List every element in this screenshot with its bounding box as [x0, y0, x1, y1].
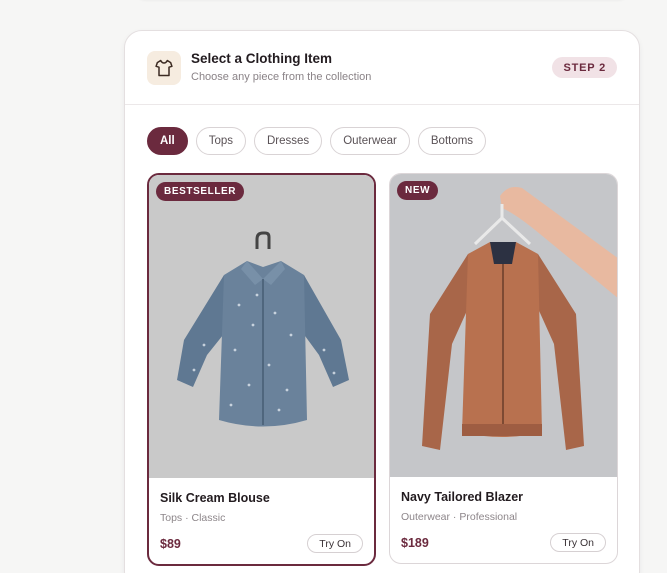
- try-on-button[interactable]: Try On: [307, 534, 363, 553]
- product-meta: Outerwear · Professional: [401, 511, 518, 523]
- panel-title: Select a Clothing Item: [191, 51, 333, 66]
- product-price: $89: [160, 537, 181, 551]
- shirt-icon: [147, 51, 181, 85]
- product-badge: NEW: [397, 181, 439, 200]
- product-card-blouse[interactable]: BESTSELLER Silk Cream Blouse Tops · Clas…: [147, 173, 376, 566]
- product-name: Navy Tailored Blazer: [401, 490, 524, 504]
- product-info: Silk Cream Blouse Tops · Classic $89 Try…: [149, 478, 374, 564]
- panel-subtitle: Choose any piece from the collection: [191, 71, 372, 83]
- panel-header: Select a Clothing Item Choose any piece …: [125, 31, 639, 105]
- clothing-selection-panel: Select a Clothing Item Choose any piece …: [124, 30, 640, 573]
- product-info: Navy Tailored Blazer Outerwear · Profess…: [390, 477, 617, 563]
- filter-dresses[interactable]: Dresses: [254, 127, 323, 155]
- filter-outerwear[interactable]: Outerwear: [330, 127, 410, 155]
- product-badge: BESTSELLER: [156, 182, 245, 201]
- try-on-button[interactable]: Try On: [550, 533, 606, 552]
- filter-all[interactable]: All: [147, 127, 188, 155]
- product-price: $189: [401, 536, 429, 550]
- category-filters: All Tops Dresses Outerwear Bottoms: [147, 127, 487, 155]
- product-image-blouse: BESTSELLER: [149, 175, 374, 478]
- filter-tops[interactable]: Tops: [195, 127, 246, 155]
- step-badge: STEP 2: [552, 57, 617, 78]
- filter-bottoms[interactable]: Bottoms: [417, 127, 487, 155]
- product-name: Silk Cream Blouse: [160, 491, 270, 505]
- product-meta: Tops · Classic: [160, 512, 226, 524]
- product-image-blazer: NEW: [390, 174, 617, 477]
- product-card-blazer[interactable]: NEW Navy Tailored Blazer Outerwear · Pro…: [389, 173, 618, 564]
